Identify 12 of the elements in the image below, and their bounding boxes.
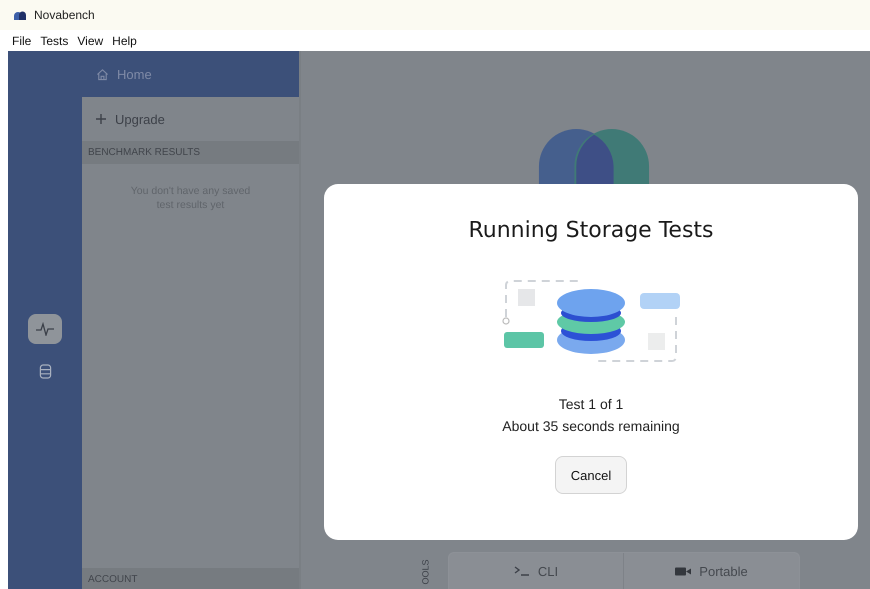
menu-item[interactable]: View	[73, 34, 108, 48]
time-remaining-text: About 35 seconds remaining	[502, 417, 680, 436]
section-heading: BENCHMARK RESULTS	[82, 141, 299, 164]
menu-item[interactable]: Tests	[36, 34, 74, 48]
test-progress-text: Test 1 of 1	[558, 395, 624, 414]
window-title: Novabench	[34, 8, 95, 22]
cancel-button[interactable]: Cancel	[555, 456, 627, 494]
section-heading: ACCOUNT	[82, 568, 299, 589]
tools-label: OOLS	[420, 560, 430, 584]
dialog-title: Running Storage Tests	[468, 218, 714, 243]
menu-item[interactable]: Help	[108, 34, 142, 48]
menu-item[interactable]: File	[8, 34, 36, 48]
